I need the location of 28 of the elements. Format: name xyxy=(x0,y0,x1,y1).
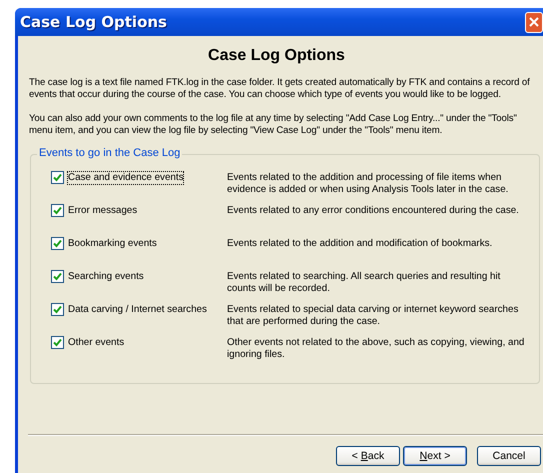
close-button[interactable] xyxy=(525,12,543,32)
option-description: Events related to special data carving or internet keyword searches that are performed during the case. xyxy=(227,303,520,329)
checkbox[interactable] xyxy=(51,237,64,250)
wizard-button[interactable]: Cancel xyxy=(477,446,541,466)
checkbox[interactable] xyxy=(51,303,64,316)
checkbox[interactable] xyxy=(51,171,64,184)
checkbox[interactable] xyxy=(51,270,64,283)
checkbox-label[interactable]: Other events xyxy=(67,336,126,350)
checkbox-label[interactable]: Case and evidence events xyxy=(67,171,184,185)
paragraph: You can also add your own comments to the log file at any time by selecting "Add Case Log Entry..." under the "Tools" menu item, and you can view the log file by selecting "View Case Log" under the "Tools" menu item. xyxy=(29,113,518,137)
checkbox[interactable] xyxy=(51,204,64,217)
dialog-heading: Case Log Options xyxy=(207,47,346,65)
option-description: Events related to searching. All search queries and resulting hit counts will be recorded. xyxy=(227,270,502,296)
option-description: Events related to the addition and processing of file items when evidence is added or when using Analysis Tools later in the case. xyxy=(227,171,510,197)
checkbox-label[interactable]: Searching events xyxy=(67,270,145,284)
option-description: Events related to the addition and modification of bookmarks. xyxy=(227,237,494,251)
checkbox-label[interactable]: Data carving / Internet searches xyxy=(67,303,208,317)
window-title: Case Log Options xyxy=(20,13,167,31)
checkbox-label[interactable]: Bookmarking events xyxy=(67,237,158,251)
checkbox-label[interactable]: Error messages xyxy=(67,204,138,218)
wizard-button[interactable]: Next > xyxy=(403,446,467,466)
wizard-button[interactable]: < Back xyxy=(336,446,400,466)
option-description: Events related to any error conditions encountered during the case. xyxy=(227,204,520,218)
paragraph: The case log is a text file named FTK.log in the case folder. It gets created automatically by FTK and contains a record of events that occur during the course of the case. You can choose which type of events you would like to be logged. xyxy=(29,77,531,101)
group-title: Events to go in the Case Log xyxy=(37,147,182,159)
checkbox[interactable] xyxy=(51,336,64,349)
option-description: Other events not related to the above, such as copying, viewing, and ignoring files. xyxy=(227,336,526,362)
close-icon xyxy=(529,17,539,27)
